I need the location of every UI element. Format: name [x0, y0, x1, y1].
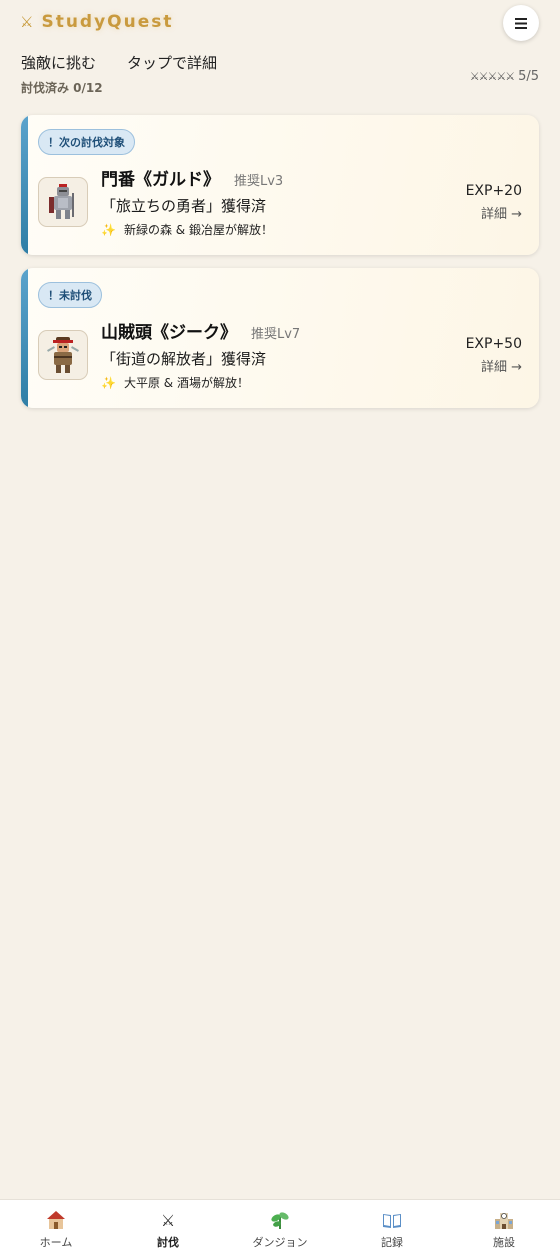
- bottom-nav: ホーム ⚔ 討伐 ダンジョン 記録 施設: [0, 1199, 560, 1257]
- unlock-info: ✨ 大平原 & 酒場が解放！: [101, 374, 249, 391]
- nav-item-dungeon[interactable]: ダンジョン: [224, 1200, 336, 1257]
- detail-link[interactable]: 詳細 →: [481, 356, 522, 375]
- nav-label: ホーム: [39, 1236, 73, 1249]
- stamina-value: 5/5: [518, 69, 539, 84]
- house-icon: [45, 1209, 67, 1231]
- nav-label: ダンジョン: [252, 1236, 308, 1249]
- title-reward: 「街道の解放者」獲得済: [101, 350, 267, 368]
- boss-name: 山賊頭《ジーク》: [101, 323, 237, 343]
- page: ⚔ StudyQuest 強敵に挑む タップで詳細 討伐済み 0/12 ⚔⚔⚔⚔…: [0, 0, 560, 1257]
- nav-item-records[interactable]: 記録: [336, 1200, 448, 1257]
- knight-icon: [49, 184, 74, 219]
- boss-avatar: [38, 177, 88, 227]
- nav-label: 討伐: [157, 1236, 179, 1249]
- section-header: 強敵に挑む タップで詳細 討伐済み 0/12 ⚔⚔⚔⚔⚔ 5/5: [21, 52, 539, 102]
- exp-reward: EXP+20: [465, 183, 522, 199]
- bandit-icon: [47, 337, 79, 373]
- card-accent-bar: [21, 115, 28, 255]
- herb-icon: [269, 1209, 291, 1231]
- boss-avatar: [38, 330, 88, 380]
- unlock-info: ✨ 新緑の森 & 鍛冶屋が解放！: [101, 221, 273, 238]
- crossed-swords-icon: ⚔: [20, 13, 34, 31]
- unlock-text: 新緑の森 & 鍛冶屋が解放！: [123, 223, 273, 237]
- unlock-text: 大平原 & 酒場が解放！: [123, 376, 249, 390]
- tap-hint: タップで詳細: [127, 54, 218, 72]
- school-building-icon: [493, 1209, 515, 1231]
- exp-reward: EXP+50: [465, 336, 522, 352]
- boss-name: 門番《ガルド》: [101, 170, 220, 190]
- recommended-level: 推奨Lv3: [234, 174, 284, 189]
- sparkle-icon: ✨: [101, 375, 116, 390]
- status-badge: ！未討伐: [38, 282, 102, 308]
- defeated-counter: 討伐済み 0/12: [21, 81, 103, 95]
- hamburger-menu-icon: [515, 17, 527, 29]
- recommended-level: 推奨Lv7: [251, 327, 301, 342]
- boss-card[interactable]: ！次の討伐対象 門番《ガルド》 推奨Lv3 「旅立ちの勇者」獲得済 ✨ 新緑の森…: [21, 115, 539, 255]
- section-title: 強敵に挑む: [21, 54, 97, 72]
- book-icon: [381, 1209, 403, 1231]
- nav-label: 施設: [493, 1236, 515, 1249]
- crossed-swords-icon: ⚔: [160, 1210, 176, 1230]
- nav-label: 記録: [381, 1236, 403, 1249]
- status-badge: ！次の討伐対象: [38, 129, 135, 155]
- app-title: StudyQuest: [41, 12, 174, 32]
- app-logo[interactable]: ⚔ StudyQuest: [20, 12, 174, 32]
- boss-card[interactable]: ！未討伐 山賊頭《ジーク》 推奨Lv7 「街道の解放者」獲得済 ✨ 大平原 & …: [21, 268, 539, 408]
- nav-item-home[interactable]: ホーム: [0, 1200, 112, 1257]
- app-header: ⚔ StudyQuest: [0, 0, 560, 48]
- sword-stamina-icons: ⚔⚔⚔⚔⚔: [469, 70, 515, 83]
- stamina-indicator: ⚔⚔⚔⚔⚔ 5/5: [470, 69, 539, 84]
- title-reward: 「旅立ちの勇者」獲得済: [101, 197, 267, 215]
- nav-item-subjugation[interactable]: ⚔ 討伐: [112, 1200, 224, 1257]
- menu-button[interactable]: [503, 5, 539, 41]
- sparkle-icon: ✨: [101, 222, 116, 237]
- detail-link[interactable]: 詳細 →: [481, 203, 522, 222]
- nav-item-facilities[interactable]: 施設: [448, 1200, 560, 1257]
- card-accent-bar: [21, 268, 28, 408]
